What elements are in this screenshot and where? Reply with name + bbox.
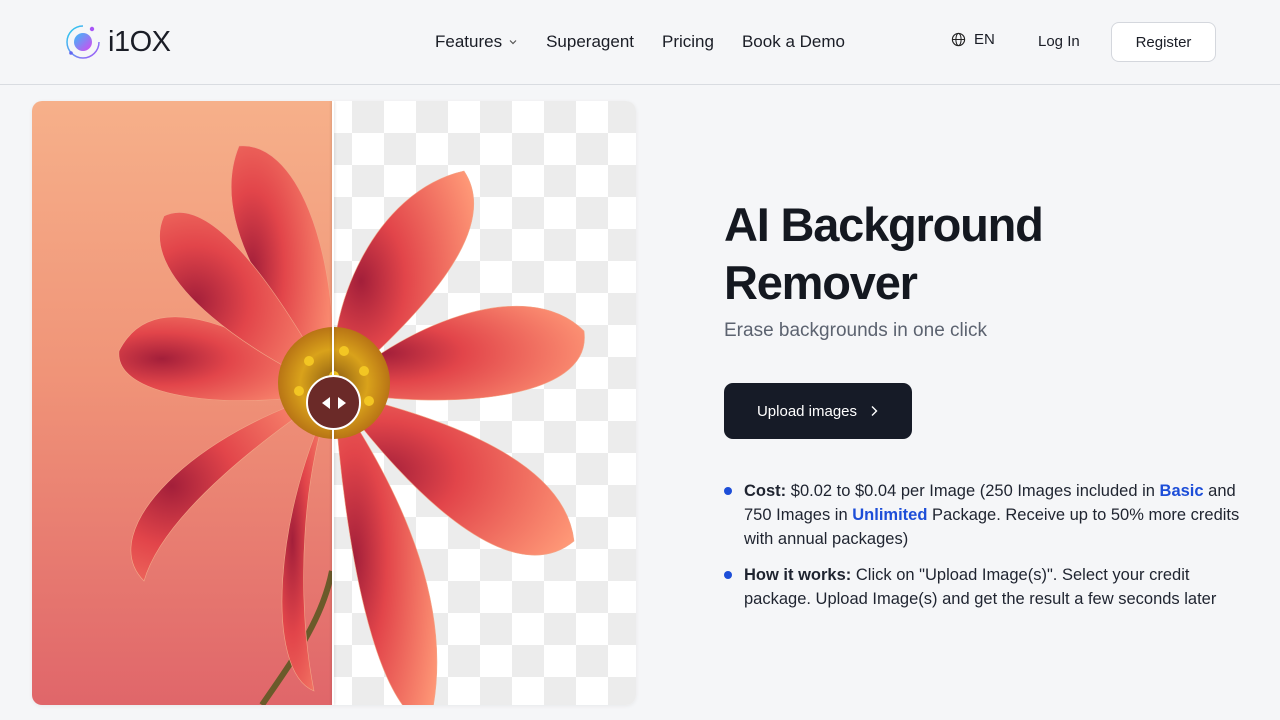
bullet-dot <box>724 487 732 495</box>
cost-label: Cost: <box>744 482 787 500</box>
language-selector[interactable]: EN <box>951 31 995 48</box>
site-header: i1OX Features Superagent Pricing Book a … <box>0 0 1280 85</box>
nav-book-demo[interactable]: Book a Demo <box>742 30 845 54</box>
page-subtitle: Erase backgrounds in one click <box>724 320 987 341</box>
unlimited-package-link[interactable]: Unlimited <box>852 506 927 524</box>
page-title: AI Background Remover <box>724 198 1044 309</box>
globe-icon <box>951 32 966 47</box>
how-it-works-bullet: How it works: Click on "Upload Image(s)"… <box>724 563 1244 611</box>
upload-images-label: Upload images <box>756 402 858 420</box>
chevron-down-icon <box>508 37 518 47</box>
upload-images-button[interactable]: Upload images <box>724 383 912 439</box>
how-it-works-label: How it works: <box>744 566 852 584</box>
nav-features-label: Features <box>435 32 503 51</box>
logo[interactable]: i1OX <box>64 23 171 61</box>
login-link[interactable]: Log In <box>1038 31 1080 53</box>
compare-handle[interactable] <box>306 375 361 430</box>
register-button[interactable]: Register <box>1111 22 1216 62</box>
arrows-left-right-icon <box>321 396 346 409</box>
nav-superagent[interactable]: Superagent <box>546 30 634 54</box>
cost-bullet: Cost: $0.02 to $0.04 per Image (250 Imag… <box>724 479 1244 551</box>
info-list: Cost: $0.02 to $0.04 per Image (250 Imag… <box>724 479 1244 623</box>
main-nav: Features Superagent Pricing Book a Demo <box>435 30 845 54</box>
before-after-compare[interactable] <box>32 101 636 705</box>
nav-features[interactable]: Features <box>435 30 518 54</box>
language-label: EN <box>974 31 995 48</box>
cost-text-1: $0.02 to $0.04 per Image (250 Images inc… <box>790 482 1155 500</box>
bullet-dot <box>724 571 732 579</box>
logo-text: i1OX <box>108 26 171 58</box>
logo-mark-icon <box>64 23 102 61</box>
chevron-right-icon <box>869 405 879 417</box>
nav-pricing[interactable]: Pricing <box>662 30 714 54</box>
basic-package-link[interactable]: Basic <box>1160 482 1204 500</box>
